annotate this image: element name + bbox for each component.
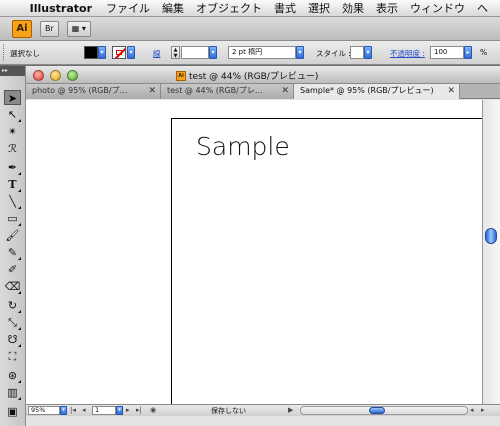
fill-dropdown[interactable]: ▾ (98, 46, 106, 59)
tools-panel-header[interactable]: ▸▸ (0, 66, 25, 76)
symbol-sprayer-tool-icon[interactable]: ⊛ (4, 368, 21, 383)
menu-bar: Illustrator ファイル 編集 オブジェクト 書式 選択 効果 表示 ウ… (0, 0, 500, 17)
brush-definition-field[interactable]: 2 pt 楕円 (228, 46, 296, 59)
menu-app-name[interactable]: Illustrator (30, 2, 92, 15)
pencil-tool-icon[interactable]: ✎ (4, 245, 21, 260)
status-menu-icon[interactable]: ◉ (150, 406, 156, 414)
tab-label: Sample* @ 95% (RGB/プレビュー) (300, 86, 434, 95)
tab-close-icon[interactable]: ✕ (281, 84, 289, 98)
fill-swatch[interactable] (84, 46, 98, 59)
menu-select[interactable]: 選択 (308, 0, 330, 16)
artboard-number-field[interactable]: 1 (92, 406, 116, 415)
menu-window[interactable]: ウィンドウ (410, 0, 465, 16)
zoom-window-button[interactable] (67, 70, 78, 81)
document-window: Ai test @ 44% (RGB/プレビュー) photo @ 95% (R… (26, 66, 500, 426)
tab-photo[interactable]: photo @ 95% (RGB/プ… ✕ (26, 84, 161, 99)
next-artboard-button[interactable]: ▸ (126, 406, 130, 414)
canvas-text-sample[interactable]: Sample (196, 132, 290, 161)
style-dropdown[interactable]: ▾ (364, 46, 372, 59)
minimize-window-button[interactable] (50, 70, 61, 81)
vertical-scroll-thumb[interactable] (485, 228, 497, 244)
style-label: スタイル : (316, 49, 351, 58)
menu-object[interactable]: オブジェクト (196, 0, 262, 16)
stroke-weight-stepper[interactable]: ▲ ▼ (171, 46, 180, 59)
illustrator-logo: Ai (12, 19, 32, 38)
vertical-scrollbar[interactable] (482, 100, 500, 404)
control-panel: 選択なし ▾ ▾ 線 ▲ ▼ ▾ 2 pt 楕円 ▾ スタイル : ▾ 不透明度 … (0, 41, 500, 65)
horizontal-scroll-thumb[interactable] (369, 407, 385, 414)
opacity-input[interactable]: 100 (430, 46, 464, 59)
document-tabs: photo @ 95% (RGB/プ… ✕ test @ 44% (RGB/プレ… (26, 84, 500, 99)
stroke-weight-dropdown[interactable]: ▾ (209, 46, 217, 59)
artboard-number-dropdown[interactable]: ▾ (116, 406, 123, 415)
zoom-field[interactable]: 95% (28, 406, 60, 415)
window-title-text: test @ 44% (RGB/プレビュー) (189, 72, 319, 82)
stroke-label[interactable]: 線 (153, 48, 161, 59)
artboard-tool-icon[interactable]: ▣ (4, 404, 21, 419)
artboard-edge-top (171, 118, 482, 119)
brush-definition-value: 2 pt 楕円 (232, 48, 263, 56)
bridge-button[interactable]: Br (40, 20, 59, 37)
menu-view[interactable]: 表示 (376, 0, 398, 16)
pen-tool-icon[interactable]: ✒ (4, 160, 21, 175)
scroll-right-arrow[interactable]: ▸ (481, 406, 485, 414)
tab-close-icon[interactable]: ✕ (447, 84, 455, 98)
opacity-label[interactable]: 不透明度 : (390, 48, 425, 59)
tab-label: photo @ 95% (RGB/プ… (32, 86, 128, 95)
tab-test[interactable]: test @ 44% (RGB/プレ… ✕ (161, 84, 294, 99)
menu-file[interactable]: ファイル (106, 0, 150, 16)
menu-type[interactable]: 書式 (274, 0, 296, 16)
warp-tool-icon[interactable]: ☋ (4, 332, 21, 347)
window-titlebar[interactable]: Ai test @ 44% (RGB/プレビュー) (26, 66, 500, 84)
tab-close-icon[interactable]: ✕ (148, 84, 156, 98)
free-transform-tool-icon[interactable]: ⛶ (4, 349, 21, 364)
stroke-swatch[interactable] (112, 46, 126, 59)
scale-tool-icon[interactable]: ⤡ (4, 315, 21, 330)
selection-status: 選択なし (10, 49, 40, 58)
panel-grip[interactable] (3, 44, 6, 61)
type-tool-icon[interactable]: T (4, 177, 21, 192)
status-menu-arrow[interactable]: ▶ (288, 406, 293, 414)
scroll-left-arrow[interactable]: ◂ (470, 406, 474, 414)
tools-panel: ▸▸ ➤ ↖ ✴ ℛ ✒ T ╲ ▭ 🖌 ✎ ✐ ⌫ ↻ ⤡ ☋ ⛶ ⊛ ▥ ▣ (0, 66, 26, 426)
artboard-edge-left (171, 118, 172, 404)
stroke-weight-input[interactable] (181, 46, 209, 59)
status-text: 保存しない (211, 407, 246, 415)
horizontal-scrollbar[interactable] (300, 406, 468, 415)
rectangle-tool-icon[interactable]: ▭ (4, 211, 21, 226)
opacity-unit: % (480, 48, 488, 57)
eraser-tool-icon[interactable]: ⌫ (4, 279, 21, 294)
selection-tool-icon[interactable]: ➤ (4, 90, 21, 105)
menu-help[interactable]: ヘ (477, 0, 488, 16)
rotate-tool-icon[interactable]: ↻ (4, 298, 21, 313)
brush-definition-dropdown[interactable]: ▾ (296, 46, 304, 59)
paintbrush-tool-icon[interactable]: 🖌 (4, 228, 21, 243)
tab-label: test @ 44% (RGB/プレ… (167, 86, 263, 95)
arrange-documents-button[interactable]: ▦ ▾ (66, 20, 91, 37)
line-segment-tool-icon[interactable]: ╲ (4, 194, 21, 209)
opacity-dropdown[interactable]: ▸ (464, 46, 472, 59)
application-bar: Ai Br ▦ ▾ (0, 17, 500, 41)
artboard-canvas[interactable]: Sample (26, 100, 482, 404)
stroke-dropdown[interactable]: ▾ (127, 46, 135, 59)
menu-effect[interactable]: 効果 (342, 0, 364, 16)
column-graph-tool-icon[interactable]: ▥ (4, 385, 21, 400)
style-swatch[interactable] (350, 46, 364, 59)
menu-edit[interactable]: 編集 (162, 0, 184, 16)
status-bar: 95% ▾ |◂ ◂ 1 ▾ ▸ ▸| ◉ 保存しない ▶ ◂ ▸ (26, 404, 500, 416)
last-artboard-button[interactable]: ▸| (136, 406, 142, 414)
document-icon: Ai (176, 70, 186, 81)
previous-artboard-button[interactable]: ◂ (82, 406, 86, 414)
window-title: Ai test @ 44% (RGB/プレビュー) (176, 69, 318, 82)
tab-sample[interactable]: Sample* @ 95% (RGB/プレビュー) ✕ (294, 84, 460, 99)
lasso-tool-icon[interactable]: ℛ (4, 141, 21, 156)
close-window-button[interactable] (33, 70, 44, 81)
direct-selection-tool-icon[interactable]: ↖ (4, 107, 21, 122)
blob-brush-tool-icon[interactable]: ✐ (4, 262, 21, 277)
first-artboard-button[interactable]: |◂ (70, 406, 76, 414)
magic-wand-tool-icon[interactable]: ✴ (4, 124, 21, 139)
zoom-dropdown[interactable]: ▾ (60, 406, 67, 415)
